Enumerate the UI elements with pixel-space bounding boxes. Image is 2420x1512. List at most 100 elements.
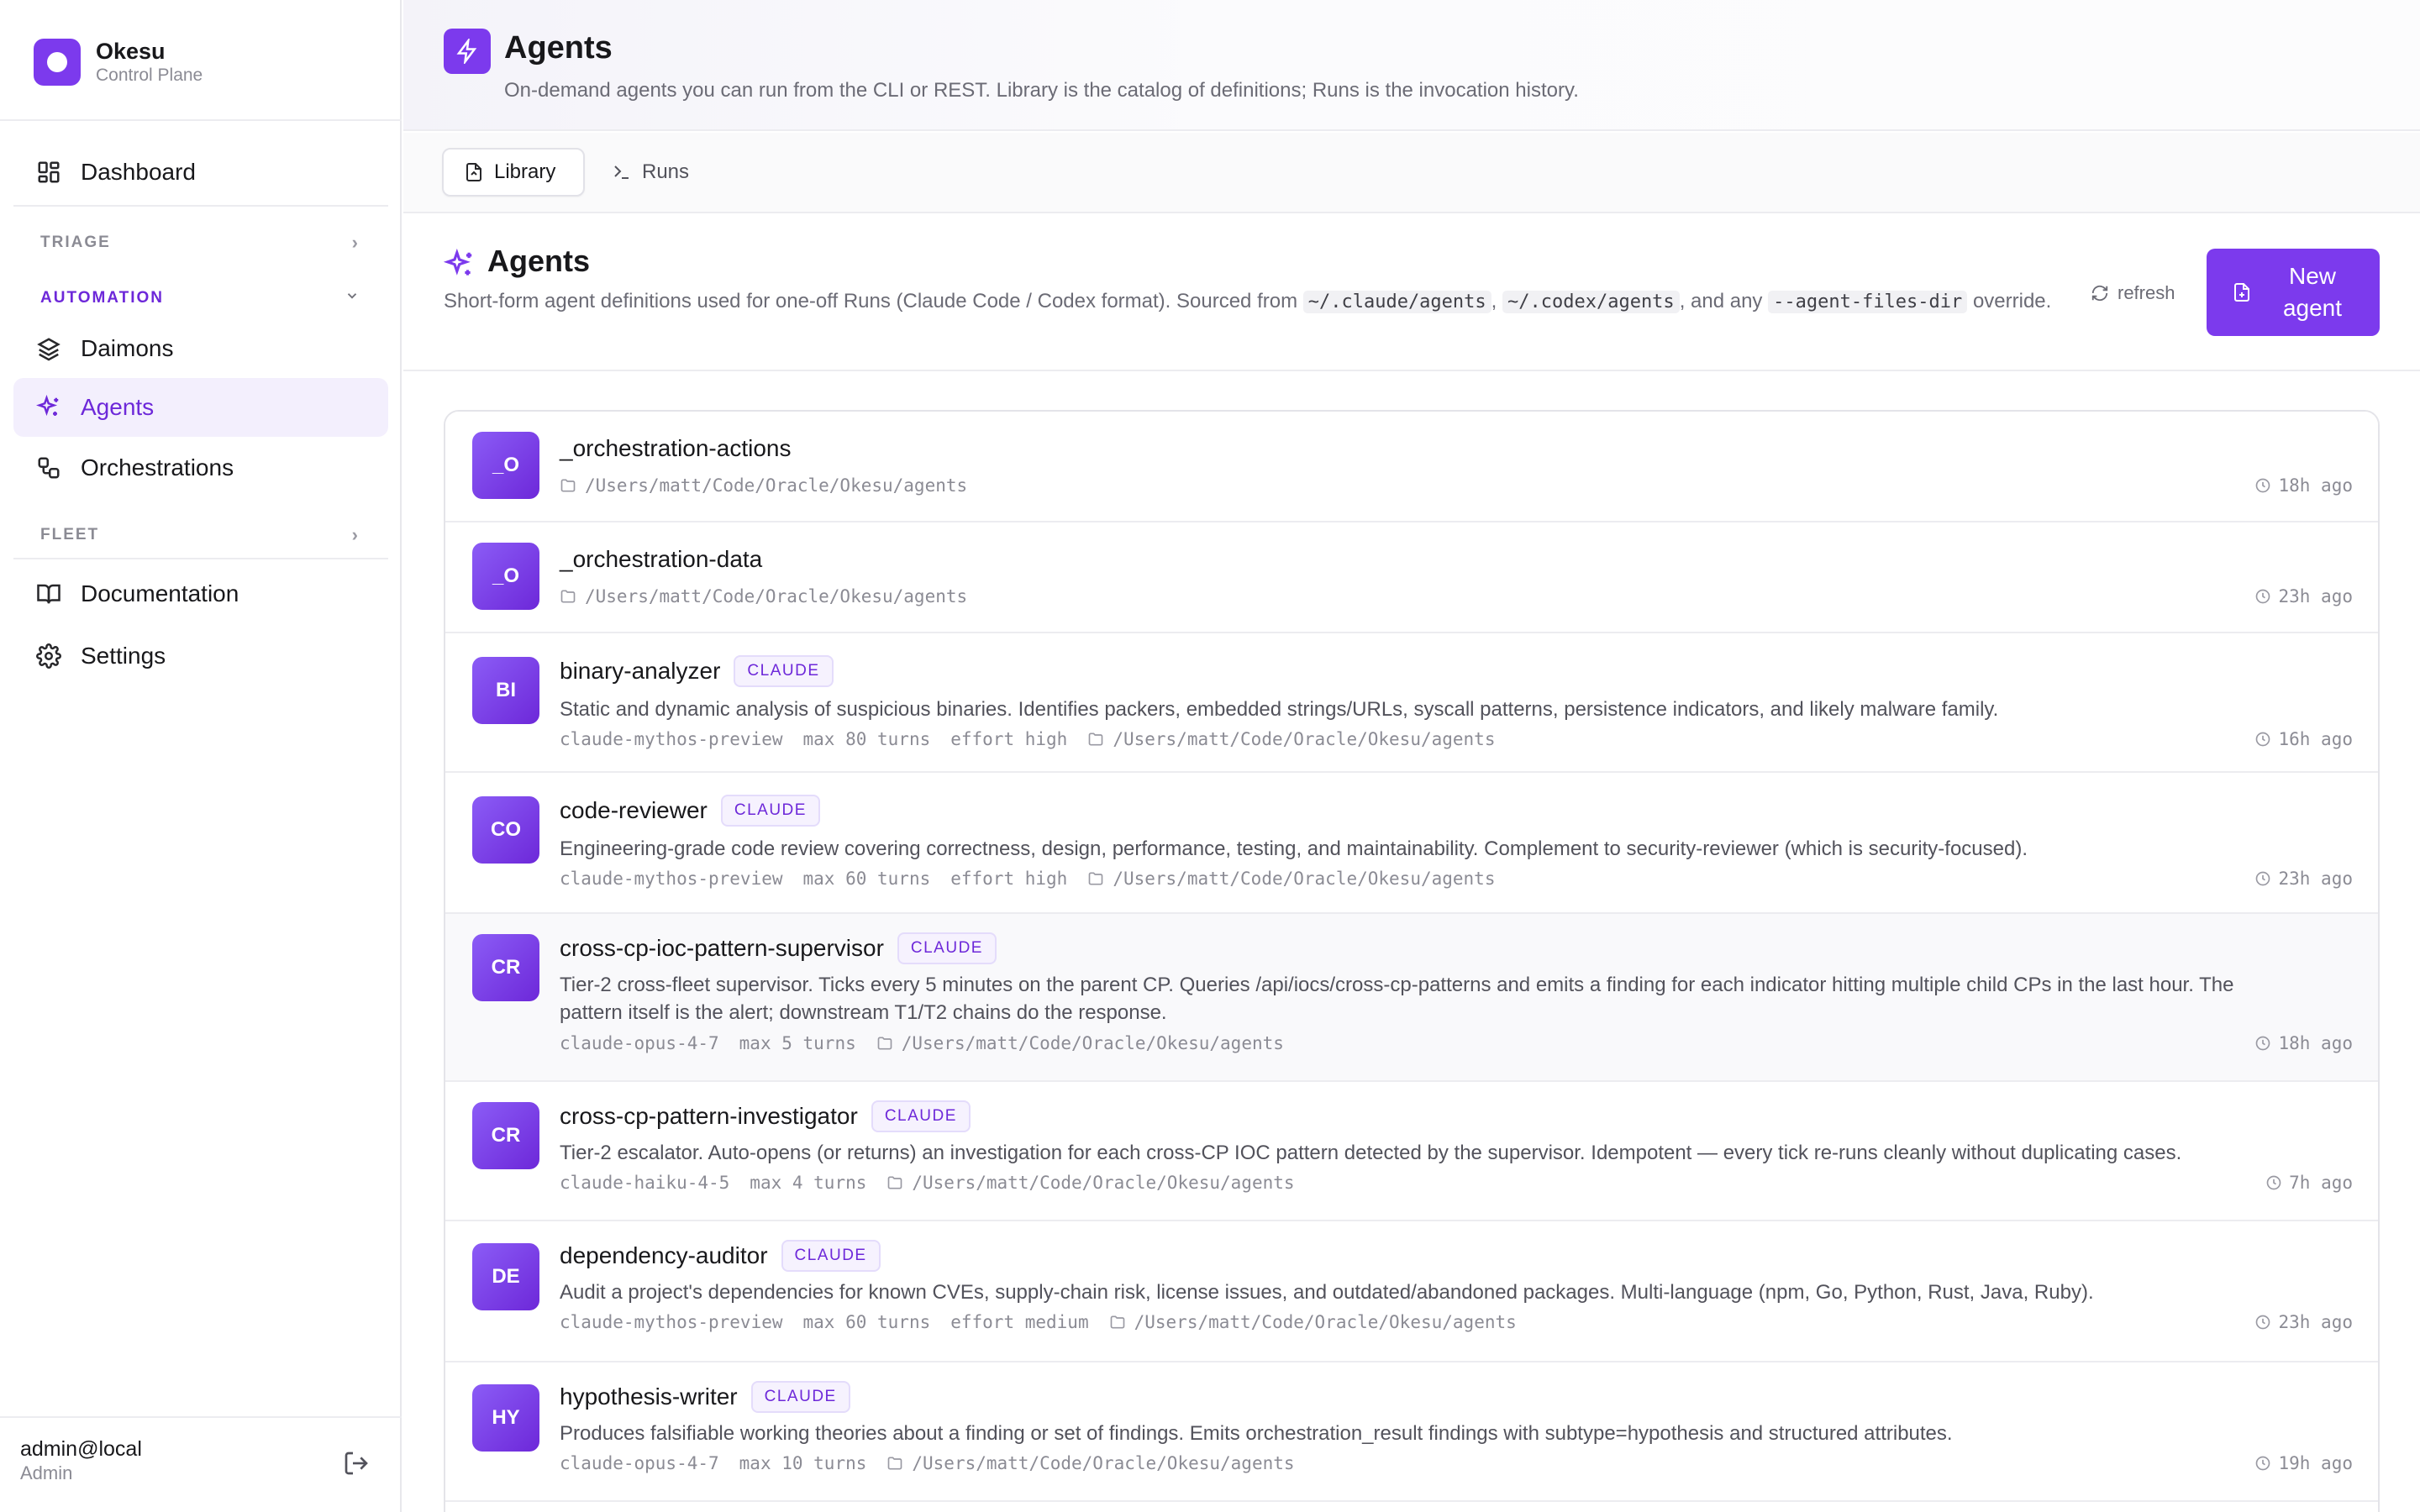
agent-path-text: /Users/matt/Code/Oracle/Okesu/agents	[1113, 869, 1496, 889]
refresh-button[interactable]: refresh	[2091, 277, 2175, 309]
agent-model: claude-mythos-preview	[560, 729, 783, 749]
folder-icon	[886, 1455, 903, 1472]
file-icon	[464, 162, 484, 182]
tab-label: Library	[494, 160, 556, 183]
sidebar: Okesu Control Plane Dashboard TRIAGE › A…	[0, 0, 402, 1512]
agent-row[interactable]: BI binary-analyzer CLAUDE Static and dyn…	[445, 633, 2378, 773]
sidebar-divider	[13, 558, 388, 559]
agent-effort: effort medium	[950, 1312, 1089, 1332]
workflow-icon	[35, 454, 62, 481]
agent-description: Tier-2 cross-fleet supervisor. Ticks eve…	[560, 974, 2234, 1024]
agent-turns: max 5 turns	[739, 1033, 856, 1053]
sidebar-item-label: Dashboard	[81, 159, 196, 185]
logout-button[interactable]	[343, 1450, 373, 1480]
agent-updated: 16h ago	[2254, 729, 2353, 749]
agent-avatar: _O	[472, 432, 539, 499]
brand-subtitle: Control Plane	[96, 66, 203, 85]
agent-row[interactable]: _O _orchestration-actions /Users/matt/Co…	[445, 412, 2378, 522]
agent-avatar: CR	[472, 934, 539, 1001]
section-label: AUTOMATION	[40, 289, 165, 307]
sidebar-item-documentation[interactable]: Documentation	[13, 564, 388, 623]
agent-description: Tier-2 escalator. Auto-opens (or returns…	[560, 1142, 2182, 1164]
sidebar-item-label: Agents	[81, 394, 155, 420]
agent-updated: 18h ago	[2254, 1033, 2353, 1053]
agent-description: Produces falsifiable working theories ab…	[560, 1422, 1953, 1445]
agent-turns: max 60 turns	[802, 1312, 931, 1332]
sidebar-divider	[0, 1416, 402, 1418]
agent-updated: 23h ago	[2254, 586, 2353, 606]
agent-type-badge: CLAUDE	[734, 655, 834, 687]
code-flag: --agent-files-dir	[1768, 291, 1968, 313]
sidebar-item-dashboard[interactable]: Dashboard	[13, 143, 388, 202]
agent-avatar: DE	[472, 1243, 539, 1310]
logout-icon	[345, 1452, 368, 1475]
file-plus-icon	[2232, 282, 2252, 302]
agent-name: code-reviewer	[560, 797, 708, 823]
agent-type-badge: CLAUDE	[720, 795, 820, 827]
agent-type-badge: CLAUDE	[897, 932, 997, 964]
agent-path-text: /Users/matt/Code/Oracle/Okesu/agents	[585, 586, 968, 606]
sidebar-item-daimons[interactable]: Daimons	[13, 319, 388, 378]
tab-runs[interactable]: Runs	[592, 148, 709, 197]
sidebar-item-label: Documentation	[81, 580, 239, 606]
agent-path: /Users/matt/Code/Oracle/Okesu/agents	[560, 475, 967, 496]
sidebar-section-triage[interactable]: TRIAGE ›	[40, 230, 360, 255]
refresh-icon	[2091, 284, 2109, 302]
user-name: admin@local	[20, 1437, 142, 1461]
clock-icon	[2254, 1455, 2271, 1472]
sidebar-item-label: Settings	[81, 643, 166, 669]
user-info: admin@local Admin	[20, 1436, 142, 1485]
agent-path-text: /Users/matt/Code/Oracle/Okesu/agents	[912, 1453, 1295, 1473]
desc-text: override.	[1967, 290, 2052, 312]
agent-updated: 18h ago	[2254, 475, 2353, 496]
section-label: TRIAGE	[40, 234, 111, 251]
agent-row[interactable]: CR cross-cp-pattern-investigator CLAUDE …	[445, 1082, 2378, 1221]
agent-updated: 19h ago	[2254, 1453, 2353, 1473]
agent-row[interactable]: HY hypothesis-writer CLAUDE Produces fal…	[445, 1362, 2378, 1502]
chevron-right-icon: ›	[351, 232, 360, 253]
agent-row[interactable]: CO code-reviewer CLAUDE Engineering-grad…	[445, 773, 2378, 914]
sidebar-item-orchestrations[interactable]: Orchestrations	[13, 438, 388, 497]
agent-ago: 23h ago	[2278, 1312, 2353, 1332]
agent-model: claude-mythos-preview	[560, 1312, 783, 1332]
layers-icon	[35, 335, 62, 362]
agent-type-badge: CLAUDE	[750, 1381, 850, 1413]
agent-ago: 23h ago	[2278, 869, 2353, 889]
agent-avatar: HY	[472, 1384, 539, 1452]
folder-icon	[1109, 1314, 1126, 1331]
agent-name: hypothesis-writer	[560, 1383, 738, 1410]
new-agent-button[interactable]: New agent	[2207, 249, 2380, 336]
terminal-icon	[612, 162, 632, 182]
agent-updated: 23h ago	[2254, 869, 2353, 889]
tab-library[interactable]: Library	[442, 148, 585, 197]
agent-effort: effort high	[950, 869, 1068, 889]
sparkles-icon	[35, 394, 62, 421]
desc-text: Short-form agent definitions used for on…	[444, 290, 1303, 312]
agent-path: /Users/matt/Code/Oracle/Okesu/agents	[560, 586, 967, 606]
agent-path: /Users/matt/Code/Oracle/Okesu/agents	[1087, 869, 1495, 889]
sidebar-divider	[13, 205, 388, 207]
sidebar-section-fleet[interactable]: FLEET ›	[40, 522, 360, 548]
agent-avatar: BI	[472, 657, 539, 724]
agent-row[interactable]: CR cross-cp-ioc-pattern-supervisor CLAUD…	[445, 914, 2378, 1082]
agent-ago: 18h ago	[2278, 1033, 2353, 1053]
agent-row[interactable]: DE dependency-auditor CLAUDE Audit a pro…	[445, 1221, 2378, 1362]
clock-icon	[2254, 588, 2271, 605]
agent-model: claude-opus-4-7	[560, 1033, 719, 1053]
clock-icon	[2254, 731, 2271, 748]
page-title: Agents	[504, 30, 613, 66]
agent-name: _orchestration-data	[560, 546, 763, 572]
clock-icon	[2254, 1035, 2271, 1052]
sidebar-section-automation[interactable]: AUTOMATION	[40, 286, 360, 311]
chevron-down-icon	[345, 288, 360, 308]
agent-path: /Users/matt/Code/Oracle/Okesu/agents	[1109, 1312, 1517, 1332]
sidebar-item-settings[interactable]: Settings	[13, 627, 388, 685]
agent-path-text: /Users/matt/Code/Oracle/Okesu/agents	[1134, 1312, 1517, 1332]
agent-row[interactable]: _O _orchestration-data /Users/matt/Code/…	[445, 522, 2378, 633]
agent-avatar: _O	[472, 543, 539, 610]
tab-label: Runs	[642, 160, 690, 183]
sidebar-item-agents[interactable]: Agents	[13, 378, 388, 437]
folder-icon	[560, 588, 576, 605]
agent-list: _O _orchestration-actions /Users/matt/Co…	[444, 410, 2380, 1512]
brand[interactable]: Okesu Control Plane	[34, 37, 203, 87]
